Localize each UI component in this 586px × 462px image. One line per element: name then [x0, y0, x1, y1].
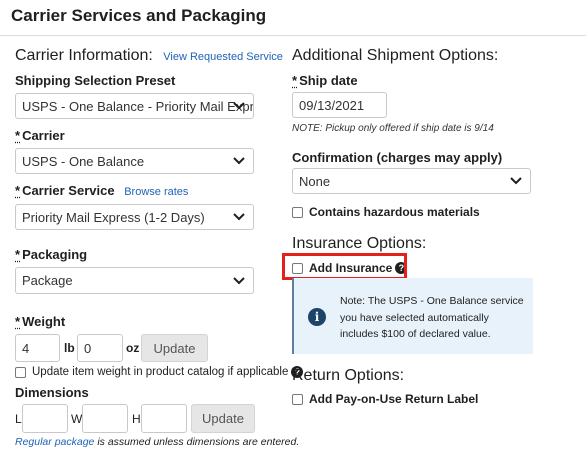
required-marker: * — [15, 183, 21, 198]
service-label-text: Carrier Service — [22, 183, 115, 198]
info-circle-icon: i — [308, 308, 326, 326]
regular-package-link[interactable]: Regular package — [15, 436, 94, 448]
ship-date-input[interactable]: 09/13/2021 — [292, 92, 387, 118]
preset-label: Shipping Selection Preset — [15, 73, 176, 88]
dimensions-note-text: is assumed unless dimensions are entered… — [97, 436, 300, 448]
packaging-label-text: Packaging — [22, 247, 88, 262]
length-input[interactable] — [22, 404, 68, 433]
weight-update-button[interactable]: Update — [141, 334, 208, 362]
chevron-down-icon — [233, 102, 245, 110]
confirmation-select[interactable]: None — [292, 168, 531, 194]
additional-options-heading: Additional Shipment Options: — [292, 47, 499, 64]
required-marker: * — [15, 128, 21, 143]
required-marker: * — [292, 73, 298, 88]
chevron-down-icon — [510, 177, 522, 185]
confirmation-label: Confirmation (charges may apply) — [292, 150, 503, 165]
carrier-info-heading-text: Carrier Information: — [15, 47, 153, 64]
chevron-down-icon — [233, 276, 245, 284]
oz-unit: oz — [126, 341, 140, 355]
pay-on-use-checkbox[interactable] — [292, 393, 303, 405]
preset-select[interactable]: USPS - One Balance - Priority Mail Expre — [15, 93, 254, 119]
ship-date-label-text: Ship date — [299, 73, 358, 88]
hazardous-checkbox[interactable] — [292, 206, 303, 218]
required-marker: * — [15, 314, 21, 329]
carrier-label: * Carrier — [15, 128, 65, 143]
preset-select-value: USPS - One Balance - Priority Mail Expre — [22, 98, 254, 114]
dimensions-update-button[interactable]: Update — [191, 404, 255, 433]
width-input[interactable] — [82, 404, 128, 433]
service-label: * Carrier Service Browse rates — [15, 183, 188, 198]
dimensions-note: Regular package is assumed unless dimens… — [15, 436, 299, 448]
pay-on-use-option[interactable]: Add Pay-on-Use Return Label — [292, 392, 478, 406]
insurance-heading: Insurance Options: — [292, 235, 427, 252]
carrier-label-text: Carrier — [22, 128, 65, 143]
confirmation-select-value: None — [299, 173, 331, 189]
title-divider — [0, 35, 586, 36]
chevron-down-icon — [233, 157, 245, 165]
chevron-down-icon — [233, 213, 245, 221]
packaging-select[interactable]: Package — [15, 267, 254, 294]
height-input[interactable] — [141, 404, 187, 433]
hazardous-option[interactable]: Contains hazardous materials — [292, 205, 480, 219]
lb-unit: lb — [64, 341, 75, 355]
update-weight-label: Update item weight in product catalog if… — [32, 366, 289, 378]
service-select[interactable]: Priority Mail Express (1-2 Days) — [15, 204, 254, 230]
ship-date-label: * Ship date — [292, 73, 358, 88]
hazardous-label: Contains hazardous materials — [309, 205, 480, 219]
packaging-select-value: Package — [22, 273, 73, 288]
required-marker: * — [15, 247, 21, 262]
weight-label: * Weight — [15, 314, 65, 329]
view-requested-service-link[interactable]: View Requested Service — [163, 51, 283, 63]
carrier-select[interactable]: USPS - One Balance — [15, 148, 254, 174]
dimensions-label: Dimensions — [15, 385, 89, 400]
insurance-info-text: Note: The USPS - One Balance service you… — [340, 295, 524, 340]
service-select-value: Priority Mail Express (1-2 Days) — [22, 209, 205, 225]
dim-h-label: H — [132, 412, 141, 426]
pay-on-use-label: Add Pay-on-Use Return Label — [309, 392, 479, 406]
page-title: Carrier Services and Packaging — [11, 6, 267, 25]
update-weight-option[interactable]: Update item weight in product catalog if… — [15, 366, 304, 378]
carrier-select-value: USPS - One Balance — [22, 153, 145, 169]
insurance-info-box: i Note: The USPS - One Balance service y… — [292, 278, 533, 354]
return-options-heading: Return Options: — [292, 367, 405, 384]
packaging-label: * Packaging — [15, 247, 87, 262]
highlight-box — [282, 253, 407, 280]
dim-w-label: W — [71, 412, 83, 426]
weight-lb-input[interactable]: 4 — [15, 334, 60, 362]
ship-date-note: NOTE: Pickup only offered if ship date i… — [292, 123, 494, 134]
dim-l-label: L — [15, 412, 22, 426]
weight-label-text: Weight — [22, 314, 66, 329]
weight-oz-input[interactable]: 0 — [77, 334, 123, 362]
update-weight-checkbox[interactable] — [15, 366, 26, 378]
browse-rates-link[interactable]: Browse rates — [124, 186, 188, 198]
carrier-info-heading: Carrier Information: View Requested Serv… — [15, 47, 283, 65]
